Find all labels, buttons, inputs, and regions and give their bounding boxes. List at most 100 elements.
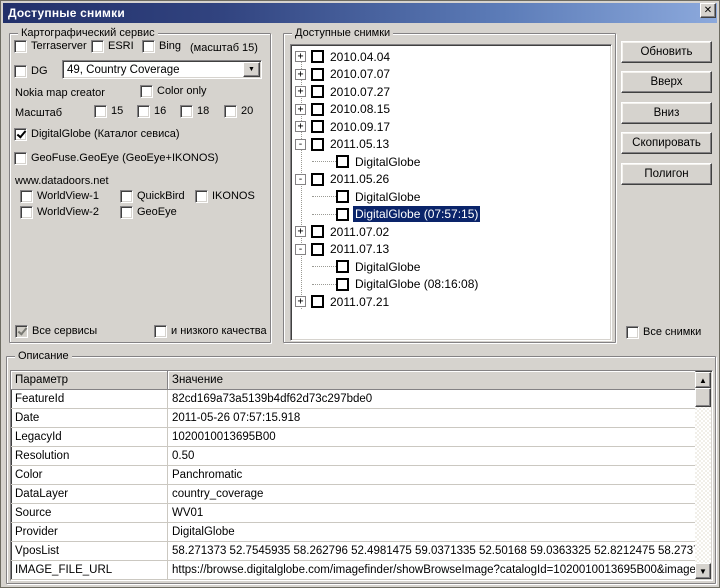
- expand-plus-icon[interactable]: +: [295, 51, 306, 62]
- table-row[interactable]: ProviderDigitalGlobe: [11, 523, 696, 542]
- tree-item[interactable]: +2011.07.02: [291, 223, 611, 241]
- tree-item-label[interactable]: 2011.05.13: [328, 136, 391, 152]
- tree-item[interactable]: +2010.09.17: [291, 118, 611, 136]
- scrollbar-thumb[interactable]: [695, 388, 711, 407]
- tree-item[interactable]: +2010.08.15: [291, 101, 611, 119]
- tree-item-checkbox[interactable]: [311, 295, 324, 308]
- title-bar[interactable]: Доступные снимки: [3, 3, 717, 23]
- digitalglobe-catalog-checkbox[interactable]: [14, 128, 27, 141]
- tree-item[interactable]: DigitalGlobe: [291, 188, 611, 206]
- tree-item-label[interactable]: DigitalGlobe: [353, 259, 422, 275]
- tree-item[interactable]: +2011.07.21: [291, 293, 611, 311]
- worldview1-checkbox[interactable]: [20, 190, 33, 203]
- tree-item-label[interactable]: 2011.07.02: [328, 224, 391, 240]
- tree-item-checkbox[interactable]: [311, 103, 324, 116]
- refresh-button[interactable]: Обновить: [621, 41, 712, 63]
- tree-item[interactable]: +2010.07.27: [291, 83, 611, 101]
- snapshot-tree[interactable]: +2010.04.04+2010.07.07+2010.07.27+2010.0…: [290, 44, 612, 341]
- coverage-combobox[interactable]: 49, Country Coverage ▼: [62, 60, 262, 79]
- tree-item-checkbox[interactable]: [336, 260, 349, 273]
- table-scrollbar[interactable]: ▲ ▼: [695, 372, 711, 579]
- dg-checkbox[interactable]: [14, 65, 27, 78]
- down-button[interactable]: Вниз: [621, 102, 712, 124]
- terraserver-checkbox[interactable]: [14, 40, 27, 53]
- tree-item[interactable]: +2010.07.07: [291, 66, 611, 84]
- table-row[interactable]: DataLayercountry_coverage: [11, 485, 696, 504]
- scroll-up-icon[interactable]: ▲: [695, 372, 711, 388]
- expand-plus-icon[interactable]: +: [295, 86, 306, 97]
- collapse-minus-icon[interactable]: -: [295, 244, 306, 255]
- table-row[interactable]: SourceWV01: [11, 504, 696, 523]
- table-row[interactable]: Date2011-05-26 07:57:15.918: [11, 409, 696, 428]
- tree-item-checkbox[interactable]: [311, 50, 324, 63]
- table-row[interactable]: VposList58.271373 52.7545935 58.262796 5…: [11, 542, 696, 561]
- all-services-checkbox[interactable]: [15, 325, 28, 338]
- tree-item[interactable]: DigitalGlobe (08:16:08): [291, 276, 611, 294]
- tree-item-checkbox[interactable]: [311, 173, 324, 186]
- tree-item-label[interactable]: 2010.08.15: [328, 101, 392, 117]
- tree-item-checkbox[interactable]: [311, 120, 324, 133]
- tree-item-label[interactable]: DigitalGlobe (08:16:08): [353, 276, 480, 292]
- table-row[interactable]: FeatureId82cd169a73a5139b4df62d73c297bde…: [11, 390, 696, 409]
- close-icon[interactable]: ✕: [700, 3, 716, 18]
- up-button[interactable]: Вверх: [621, 71, 712, 93]
- table-row[interactable]: Resolution0.50: [11, 447, 696, 466]
- tree-item[interactable]: - 2011.05.26: [291, 171, 611, 189]
- worldview2-checkbox[interactable]: [20, 206, 33, 219]
- tree-item-label[interactable]: 2010.07.07: [328, 66, 392, 82]
- expand-plus-icon[interactable]: +: [295, 104, 306, 115]
- tree-item-label[interactable]: DigitalGlobe: [353, 189, 422, 205]
- tree-item-label[interactable]: 2010.07.27: [328, 84, 392, 100]
- collapse-minus-icon[interactable]: -: [295, 139, 306, 150]
- table-row[interactable]: ColorPanchromatic: [11, 466, 696, 485]
- scale-20-checkbox[interactable]: [224, 105, 237, 118]
- tree-item[interactable]: +2010.04.04: [291, 48, 611, 66]
- tree-item-label[interactable]: 2011.05.26: [328, 171, 391, 187]
- geoeye-checkbox[interactable]: [120, 206, 133, 219]
- scale-15-checkbox[interactable]: [94, 105, 107, 118]
- tree-item-label-selected[interactable]: DigitalGlobe (07:57:15): [353, 206, 480, 222]
- low-quality-checkbox[interactable]: [154, 325, 167, 338]
- table-row[interactable]: LegacyId1020010013695B00: [11, 428, 696, 447]
- tree-item-label[interactable]: DigitalGlobe: [353, 154, 422, 170]
- bing-checkbox[interactable]: [142, 40, 155, 53]
- tree-item-checkbox[interactable]: [311, 243, 324, 256]
- geofuse-checkbox[interactable]: [14, 152, 27, 165]
- chevron-down-icon[interactable]: ▼: [243, 62, 260, 77]
- expand-plus-icon[interactable]: +: [295, 296, 306, 307]
- expand-plus-icon[interactable]: +: [295, 226, 306, 237]
- tree-item-label[interactable]: 2010.04.04: [328, 49, 392, 65]
- color-only-checkbox[interactable]: [140, 85, 153, 98]
- scale-16-checkbox[interactable]: [137, 105, 150, 118]
- tree-item[interactable]: DigitalGlobe (07:57:15): [291, 206, 611, 224]
- table-row[interactable]: IMAGE_FILE_URLhttps://browse.digitalglob…: [11, 561, 696, 580]
- column-header-parameter[interactable]: Параметр: [11, 371, 168, 390]
- tree-item[interactable]: - 2011.05.13: [291, 136, 611, 154]
- scale-18-checkbox[interactable]: [180, 105, 193, 118]
- collapse-minus-icon[interactable]: -: [295, 174, 306, 185]
- tree-item-label[interactable]: 2011.07.21: [328, 294, 391, 310]
- tree-item-checkbox[interactable]: [311, 68, 324, 81]
- tree-item-checkbox[interactable]: [311, 225, 324, 238]
- tree-item[interactable]: - 2011.07.13: [291, 241, 611, 259]
- tree-item-label[interactable]: 2011.07.13: [328, 241, 391, 257]
- quickbird-checkbox[interactable]: [120, 190, 133, 203]
- tree-item[interactable]: DigitalGlobe: [291, 153, 611, 171]
- tree-item-checkbox[interactable]: [336, 155, 349, 168]
- tree-item[interactable]: DigitalGlobe: [291, 258, 611, 276]
- column-header-value[interactable]: Значение: [168, 371, 696, 390]
- esri-checkbox[interactable]: [91, 40, 104, 53]
- expand-plus-icon[interactable]: +: [295, 69, 306, 80]
- tree-item-checkbox[interactable]: [336, 190, 349, 203]
- all-snapshots-checkbox[interactable]: [626, 326, 639, 339]
- copy-button[interactable]: Скопировать: [621, 132, 712, 154]
- tree-item-checkbox[interactable]: [311, 138, 324, 151]
- ikonos-checkbox[interactable]: [195, 190, 208, 203]
- tree-item-label[interactable]: 2010.09.17: [328, 119, 392, 135]
- tree-item-checkbox[interactable]: [336, 278, 349, 291]
- scroll-down-icon[interactable]: ▼: [695, 563, 711, 579]
- polygon-button[interactable]: Полигон: [621, 163, 712, 185]
- tree-item-checkbox[interactable]: [311, 85, 324, 98]
- tree-item-checkbox[interactable]: [336, 208, 349, 221]
- expand-plus-icon[interactable]: +: [295, 121, 306, 132]
